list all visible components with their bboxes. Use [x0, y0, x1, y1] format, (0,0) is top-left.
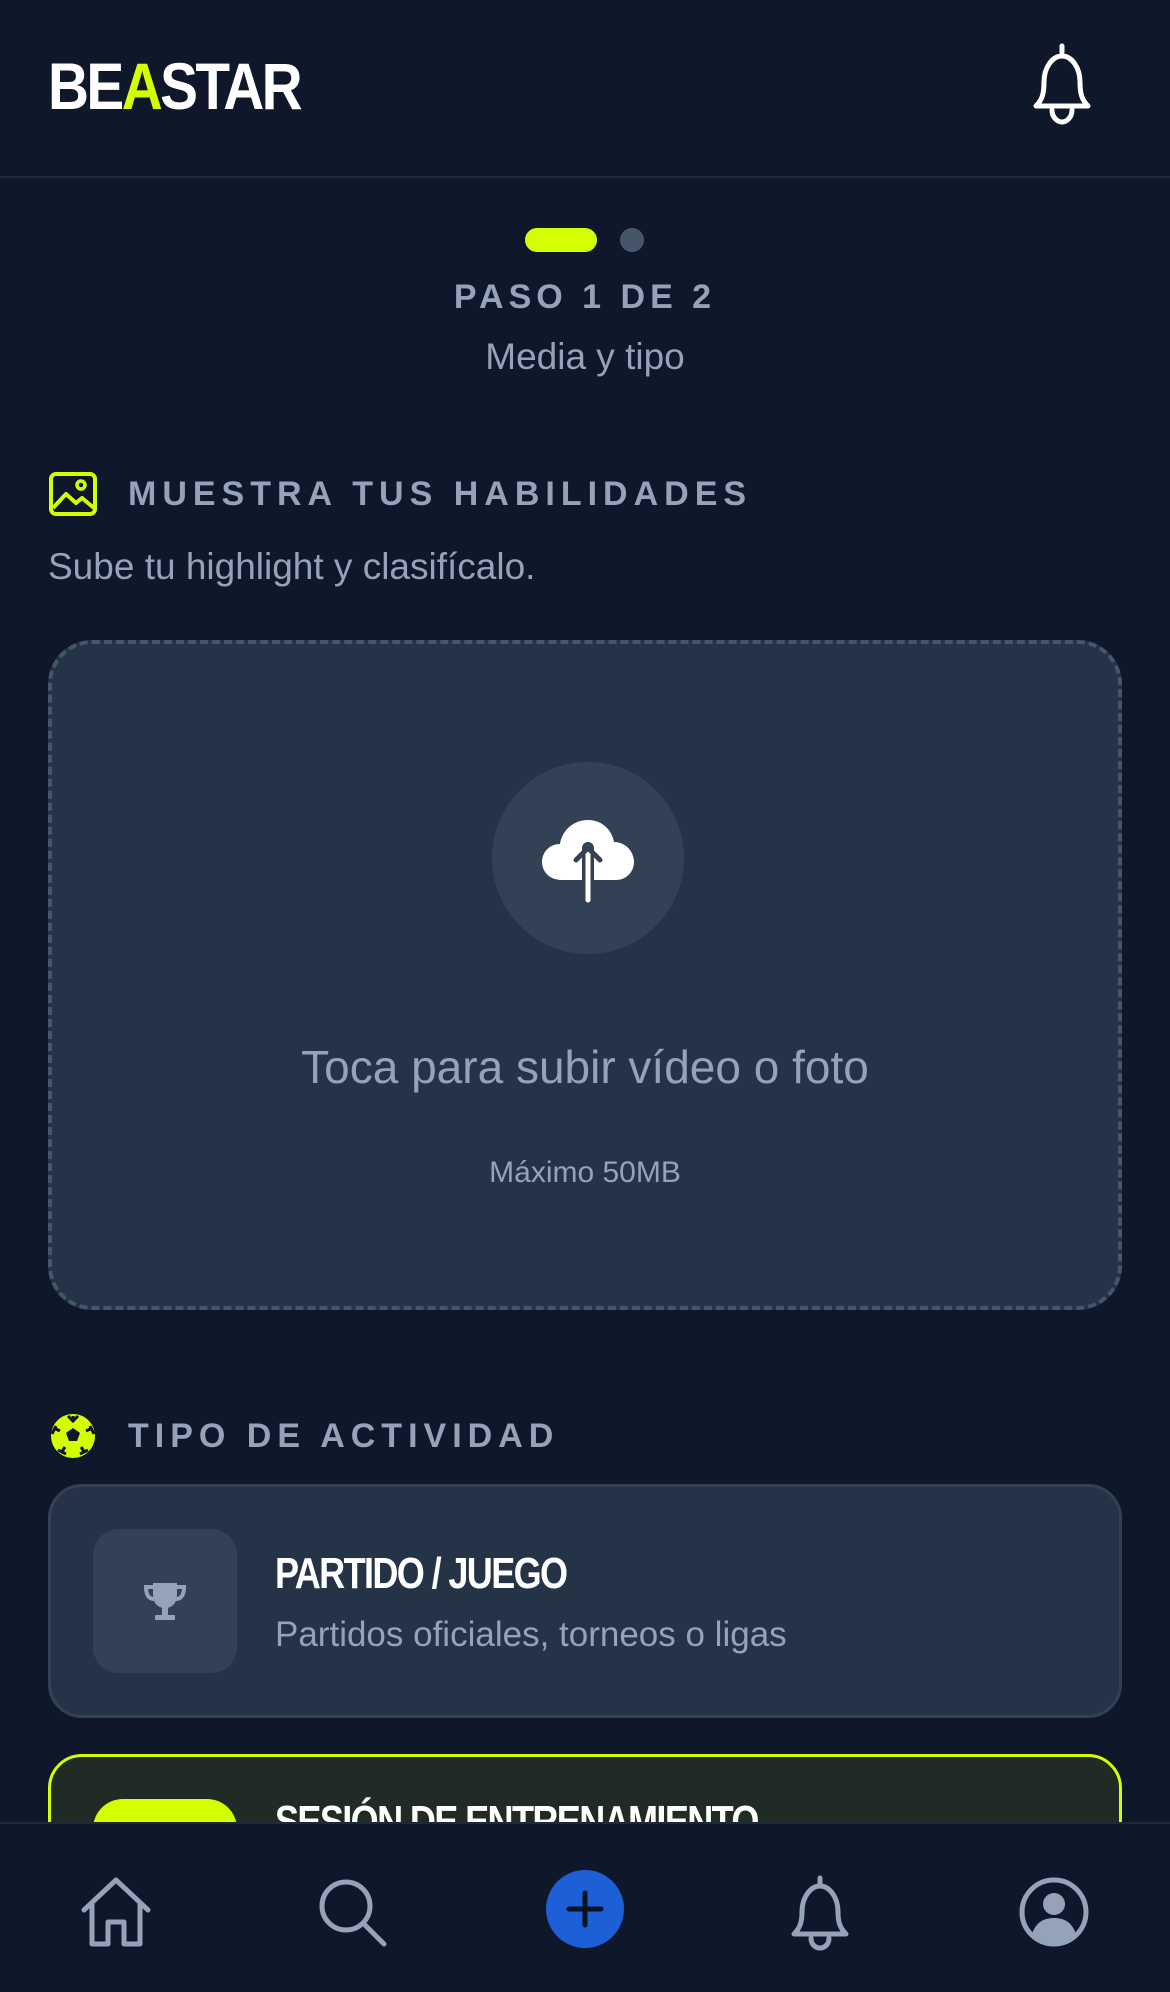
step-dot-inactive — [620, 228, 644, 252]
logo-prefix: BE — [48, 49, 124, 123]
activity-option-title: PARTIDO / JUEGO — [275, 1549, 568, 1598]
logo-suffix: STAR — [160, 49, 303, 123]
bottom-navigation — [0, 1822, 1170, 1992]
app-logo: BEASTAR — [48, 49, 303, 123]
nav-search[interactable] — [312, 1872, 392, 1952]
cloud-upload-icon — [542, 820, 634, 903]
upload-dropzone[interactable]: Toca para subir vídeo o foto Máximo 50MB — [48, 640, 1122, 1310]
upload-icon-circle — [492, 762, 684, 954]
bell-icon — [791, 1875, 849, 1951]
activity-option-match[interactable]: PARTIDO / JUEGO Partidos oficiales, torn… — [48, 1484, 1122, 1718]
upload-prompt: Toca para subir vídeo o foto — [301, 1041, 869, 1093]
activity-section-header: TIPO DE ACTIVIDAD — [48, 1412, 559, 1460]
skills-section-title: MUESTRA TUS HABILIDADES — [128, 474, 753, 513]
nav-profile[interactable] — [1014, 1872, 1094, 1952]
logo-accent: A — [121, 49, 163, 123]
image-icon — [49, 472, 97, 516]
search-icon — [319, 1879, 387, 1947]
upload-size-limit: Máximo 50MB — [489, 1156, 681, 1189]
step-subtitle: Media y tipo — [485, 336, 685, 377]
step-dot-active — [525, 228, 597, 252]
app-header: BEASTAR — [0, 0, 1170, 178]
bell-icon — [1033, 43, 1091, 125]
home-icon — [81, 1877, 151, 1947]
activity-option-description: Partidos oficiales, torneos o ligas — [275, 1615, 787, 1654]
nav-home[interactable] — [76, 1872, 156, 1952]
skills-section-description: Sube tu highlight y clasifícalo. — [48, 546, 536, 587]
activity-option-icon-tile — [93, 1529, 237, 1673]
activity-section-title: TIPO DE ACTIVIDAD — [128, 1416, 560, 1455]
step-label: PASO 1 DE 2 — [453, 278, 717, 316]
screen: BEASTAR PASO 1 DE 2 Media y tipo MUESTRA… — [0, 0, 1170, 1992]
profile-icon — [1019, 1877, 1089, 1947]
trophy-icon — [143, 1583, 187, 1620]
nav-create-button[interactable] — [546, 1870, 624, 1948]
soccer-ball-icon — [50, 1414, 96, 1458]
skills-section-header: MUESTRA TUS HABILIDADES — [48, 470, 752, 518]
plus-icon — [566, 1890, 604, 1928]
step-indicator — [0, 228, 1170, 252]
notifications-button[interactable] — [1022, 40, 1102, 126]
nav-notifications[interactable] — [780, 1872, 860, 1952]
